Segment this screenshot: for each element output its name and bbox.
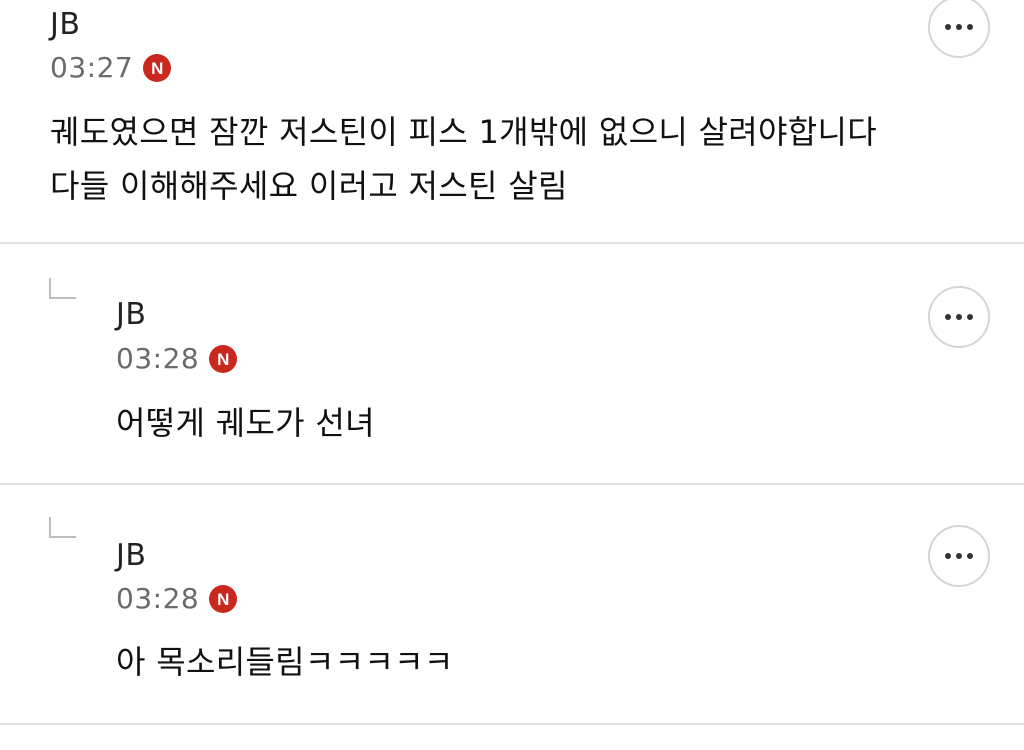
more-options-button[interactable] [928,286,990,348]
reply-arrow-icon [49,278,76,299]
comment-author[interactable]: JB [116,300,146,330]
comment-meta: 03:28 N [116,342,238,375]
comment-timestamp: 03:28 [116,342,200,375]
more-options-button[interactable] [928,525,990,587]
comment-author[interactable]: JB [116,541,146,571]
new-badge-icon: N [143,54,172,82]
reply-comment-item: JB 03:28 N 어떻게 궤도가 선녀 [0,244,1024,485]
comment-timestamp: 03:27 [50,51,134,84]
comment-meta: 03:27 N [50,51,172,84]
more-options-icon [945,24,951,30]
comment-author[interactable]: JB [50,10,80,40]
comment-text: 궤도였으면 잠깐 저스틴이 피스 1개밖에 없으니 살려야합니다 다들 이해해주… [50,113,877,205]
reply-arrow-icon [49,517,76,538]
comment-item: JB 03:27 N 궤도였으면 잠깐 저스틴이 피스 1개밖에 없으니 살려야… [0,0,1024,244]
more-options-icon [945,553,951,559]
more-options-icon [945,314,951,320]
comment-meta: 03:28 N [116,582,238,615]
comment-text: 아 목소리들림ㅋㅋㅋㅋㅋ [116,643,454,681]
reply-comment-item: JB 03:28 N 아 목소리들림ㅋㅋㅋㅋㅋ [0,485,1024,725]
new-badge-icon: N [209,585,238,613]
new-badge-icon: N [209,345,238,373]
comment-timestamp: 03:28 [116,582,200,615]
comment-text: 어떻게 궤도가 선녀 [116,404,375,442]
more-options-button[interactable] [928,0,990,58]
